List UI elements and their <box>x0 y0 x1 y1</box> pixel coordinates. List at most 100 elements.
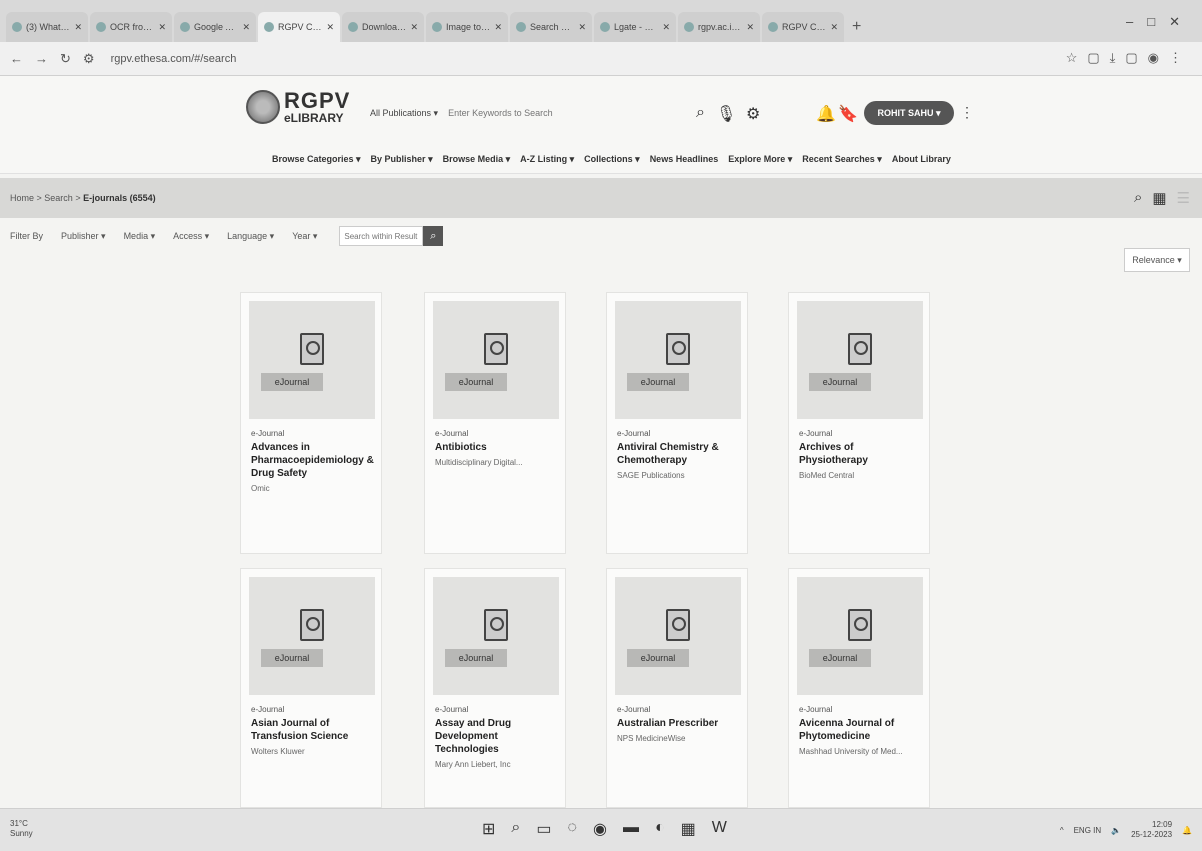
browser-toolbar-icons[interactable]: ☆▢⤓▢◉⋮ <box>1066 50 1192 66</box>
site-logo[interactable]: RGPV eLIBRARY <box>246 90 350 124</box>
search-within-button[interactable]: ⌕ <box>423 226 444 246</box>
browser-tab[interactable]: rgpv.ac.in/camp ✕ <box>678 12 760 42</box>
browser-tab[interactable]: Google Account ✕ <box>174 12 256 42</box>
user-menu-button[interactable]: ROHIT SAHU ▾ <box>864 101 954 125</box>
close-icon[interactable]: ✕ <box>830 22 838 33</box>
card-title[interactable]: Antibiotics <box>435 442 487 453</box>
menu-recent-searches[interactable]: Recent Searches ▾ <box>802 154 882 165</box>
card-publisher: Multidisciplinary Digital... <box>435 458 523 467</box>
journal-card[interactable]: eJournal e-Journal Antibiotics Multidisci… <box>424 292 566 554</box>
card-title[interactable]: Assay and Drug Development Technologies <box>435 718 511 755</box>
window-controls[interactable]: –□✕ <box>1126 14 1194 30</box>
browser-tab[interactable]: Lgate - Google S ✕ <box>594 12 676 42</box>
browser-tab-active[interactable]: RGPV Consortium✕ <box>258 12 340 42</box>
card-title[interactable]: Australian Prescriber <box>617 718 718 729</box>
file-explorer-icon[interactable]: ▬ <box>623 819 639 839</box>
menu-explore-more[interactable]: Explore More ▾ <box>728 154 792 165</box>
card-title[interactable]: Archives of Physiotherapy <box>799 442 868 466</box>
url-field[interactable]: rgpv.ethesa.com/#/search <box>111 53 237 65</box>
tray-chevron-icon[interactable]: ^ <box>1060 826 1064 835</box>
microphone-icon[interactable]: 🎙 <box>716 104 736 124</box>
card-title[interactable]: Advances in Pharmacoepidemiology & Drug … <box>251 442 374 479</box>
menu-browse-categories[interactable]: Browse Categories ▾ <box>272 154 361 165</box>
menu-az-listing[interactable]: A-Z Listing ▾ <box>520 154 574 165</box>
notification-bell-icon[interactable]: 🔔 <box>816 104 836 124</box>
journal-card[interactable]: eJournal e-Journal Avicenna Journal of P… <box>788 568 930 808</box>
card-title[interactable]: Antiviral Chemistry & Chemotherapy <box>617 442 719 466</box>
breadcrumb-home[interactable]: Home <box>10 193 34 203</box>
filter-year[interactable]: Year ▾ <box>292 231 317 242</box>
speaker-icon[interactable]: 🔈 <box>1111 826 1121 835</box>
card-title[interactable]: Asian Journal of Transfusion Science <box>251 718 348 742</box>
settings-gear-icon[interactable]: ⚙ <box>746 104 760 124</box>
search-within-input[interactable] <box>339 226 424 246</box>
breadcrumb-search[interactable]: Search <box>44 193 73 203</box>
close-icon[interactable]: ✕ <box>326 22 334 33</box>
new-tab-icon[interactable]: + <box>852 18 861 36</box>
browser-tab[interactable]: Download files... ✕ <box>342 12 424 42</box>
menu-browse-media[interactable]: Browse Media ▾ <box>443 154 511 165</box>
more-options-icon[interactable]: ⋮ <box>960 104 974 121</box>
card-thumbnail: eJournal <box>249 577 375 695</box>
card-type: e-Journal <box>251 705 285 714</box>
menu-by-publisher[interactable]: By Publisher ▾ <box>371 154 433 165</box>
tab-label: RGPV Consortium <box>782 22 827 32</box>
forward-icon[interactable]: → <box>35 51 48 66</box>
journal-card[interactable]: eJournal e-Journal Asian Journal of Tran… <box>240 568 382 808</box>
browser-tab[interactable]: OCR from Ap... ✕ <box>90 12 172 42</box>
menu-about-library[interactable]: About Library <box>892 154 951 165</box>
bookmark-icon[interactable]: 🔖 <box>838 104 858 124</box>
edge-icon[interactable]: ◐ <box>655 819 665 839</box>
close-icon[interactable]: ✕ <box>662 22 670 33</box>
close-icon[interactable]: ✕ <box>158 22 166 33</box>
list-view-icon[interactable]: ☰ <box>1177 189 1190 207</box>
filter-publisher[interactable]: Publisher ▾ <box>61 231 106 242</box>
chat-icon[interactable]: ◌ <box>568 819 578 839</box>
sort-select[interactable]: Relevance ▾ <box>1124 248 1190 272</box>
close-icon[interactable]: ✕ <box>578 22 586 33</box>
start-windows-icon[interactable]: ⊞ <box>482 819 495 839</box>
close-icon[interactable]: ✕ <box>74 22 82 33</box>
close-icon[interactable]: ✕ <box>494 22 502 33</box>
zoom-search-icon[interactable]: ⌕ <box>1134 189 1142 207</box>
taskbar-search-icon[interactable]: ⌕ <box>511 819 520 839</box>
logo-title: RGPV <box>284 88 351 113</box>
browser-tab[interactable]: RGPV Consortium✕ <box>762 12 844 42</box>
language-indicator[interactable]: ENG IN <box>1074 826 1102 835</box>
chrome-icon[interactable]: ◉ <box>593 819 607 839</box>
card-type: e-Journal <box>617 705 651 714</box>
journal-card[interactable]: eJournal e-Journal Archives of Physiothe… <box>788 292 930 554</box>
weather-widget[interactable]: 31°C Sunny <box>10 819 33 839</box>
close-icon[interactable]: ✕ <box>242 22 250 33</box>
calculator-icon[interactable]: ▦ <box>681 819 696 839</box>
menu-collections[interactable]: Collections ▾ <box>584 154 640 165</box>
filter-language[interactable]: Language ▾ <box>227 231 274 242</box>
browser-tab[interactable]: Image to Text ✕ <box>426 12 508 42</box>
back-icon[interactable]: ← <box>10 51 23 66</box>
card-type: e-Journal <box>799 429 833 438</box>
notification-icon[interactable]: 🔔 <box>1182 826 1192 835</box>
word-icon[interactable]: W <box>712 819 727 839</box>
close-icon[interactable]: ✕ <box>746 22 754 33</box>
journal-card[interactable]: eJournal e-Journal Advances in Pharmacoe… <box>240 292 382 554</box>
publication-select[interactable]: All Publications ▾ <box>370 108 438 119</box>
search-input[interactable] <box>448 108 649 118</box>
card-title[interactable]: Avicenna Journal of Phytomedicine <box>799 718 894 742</box>
reload-icon[interactable]: ↻ <box>60 51 71 67</box>
close-icon[interactable]: ✕ <box>410 22 418 33</box>
grid-view-icon[interactable]: ▦ <box>1152 189 1166 207</box>
tab-label: Download files... <box>362 22 406 32</box>
menu-news-headlines[interactable]: News Headlines <box>650 154 719 165</box>
clock[interactable]: 12:09 25-12-2023 <box>1131 820 1172 840</box>
browser-tab[interactable]: Search Home ✕ <box>510 12 592 42</box>
search-icon[interactable]: ⌕ <box>696 104 705 122</box>
tab-label: RGPV Consortium <box>278 22 323 32</box>
journal-card[interactable]: eJournal e-Journal Australian Prescriber… <box>606 568 748 808</box>
journal-card[interactable]: eJournal e-Journal Antiviral Chemistry &… <box>606 292 748 554</box>
journal-card[interactable]: eJournal e-Journal Assay and Drug Develo… <box>424 568 566 808</box>
filter-access[interactable]: Access ▾ <box>173 231 209 242</box>
site-info-icon[interactable]: ⚙ <box>83 51 95 67</box>
browser-tab[interactable]: (3) WhatsApp✕ <box>6 12 88 42</box>
task-view-icon[interactable]: ▭ <box>536 819 551 839</box>
filter-media[interactable]: Media ▾ <box>124 231 156 242</box>
